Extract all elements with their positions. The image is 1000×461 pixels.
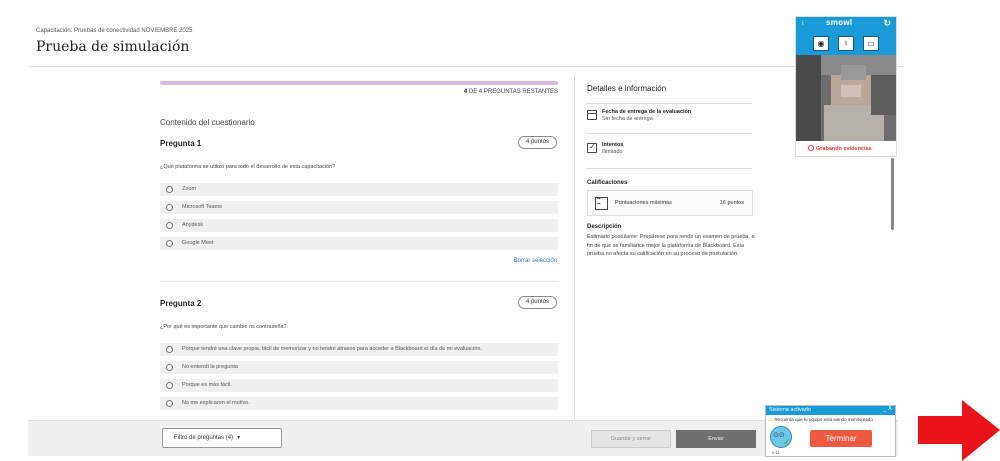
divider (587, 168, 752, 169)
window-controls[interactable]: _ X (883, 406, 892, 412)
option-label: No me explicaron el motivo. (182, 400, 250, 406)
scrollbar-thumb[interactable] (891, 158, 894, 230)
finish-button[interactable]: Terminar (810, 430, 872, 447)
option-label: Anydesk (182, 222, 204, 228)
page: Capacitación: Pruebas de conectividad NO… (0, 0, 1000, 461)
attempts-label: Intentos (602, 142, 624, 148)
smowl-logo: smowl (826, 18, 853, 27)
option-label: Zoom (182, 186, 197, 192)
description-text: Estimado postulante: Prepárese para rend… (587, 234, 755, 257)
answer-option[interactable]: Porque tendré una clave propia, fácil de… (160, 343, 558, 356)
question-divider (160, 281, 558, 282)
details-title: Detalles e información (587, 84, 667, 93)
proctoring-header: ⅰ smowl ↻ (796, 17, 896, 33)
due-date-label: Fecha de entrega de la evaluación (602, 109, 692, 115)
answer-option[interactable]: Google Meet (160, 237, 558, 250)
screen-icon: ▭ (863, 36, 879, 51)
system-title: Sistema activado (769, 407, 811, 413)
max-scores-label: Puntuaciones máximas (615, 200, 672, 206)
calendar-icon (587, 110, 597, 120)
option-label: Microsoft Teams (182, 204, 222, 210)
question-text: ¿Por qué es importante que cambie mi con… (160, 324, 287, 330)
answer-option[interactable]: No me explicaron el motivo. (160, 397, 558, 410)
description-heading: Descripción (587, 224, 622, 230)
attempts-value: Ilimitado (602, 149, 623, 155)
red-arrow-icon (918, 400, 1000, 461)
answer-option[interactable]: Anydesk (160, 219, 558, 232)
answer-option[interactable]: Porque es más fácil. (160, 379, 558, 392)
monitoring-warning: ⚠ Recuerda que tu equipo está siendo mon… (769, 417, 873, 423)
save-and-close-button[interactable]: Guardar y cerrar (591, 430, 671, 448)
page-title: Prueba de simulación (36, 39, 190, 55)
radio-button[interactable] (166, 364, 173, 371)
points-badge: 4 puntos (517, 136, 557, 149)
recording-status: Grabando evidencias (808, 145, 872, 152)
radio-button[interactable] (166, 346, 173, 353)
warning-icon: ⚠ (769, 417, 774, 422)
recording-label: Grabando evidencias (816, 146, 872, 152)
question-filter-button[interactable]: Filtro de preguntas (4) ▼ (162, 428, 282, 448)
column-divider (574, 76, 575, 421)
proctoring-widget: ⅰ smowl ↻ ◉ ♮ ▭ Grabando evidencias (795, 16, 897, 157)
radio-button[interactable] (166, 240, 173, 247)
submit-button[interactable]: Enviar (676, 430, 756, 448)
question-title: Pregunta 2 (160, 299, 202, 308)
radio-button[interactable] (166, 204, 173, 211)
remaining-questions: 4 DE 4 PREGUNTAS RESTANTES (464, 89, 558, 95)
option-label: Porque es más fácil. (182, 382, 232, 388)
max-scores-value: 16 puntos (719, 200, 744, 206)
answer-option[interactable]: Zoom (160, 183, 558, 196)
system-activated-panel: Sistema activado _ X ⚠ Recuerda que tu e… (765, 405, 896, 457)
header-divider (28, 66, 904, 67)
remaining-label: DE 4 PREGUNTAS RESTANTES (468, 89, 558, 95)
device-status-bar: ◉ ♮ ▭ (796, 33, 896, 55)
question-text: ¿Qué plataforma se utilizó para todo el … (160, 164, 336, 170)
max-scores-box: Puntuaciones máximas 16 puntos (587, 190, 753, 216)
clear-selection-link[interactable]: Borrar selección (514, 258, 557, 264)
webcam-icon: ◉ (813, 36, 829, 51)
filter-label: Filtro de preguntas (4) (174, 435, 234, 441)
option-label: Porque tendré una clave propia, fácil de… (182, 346, 482, 352)
chevron-down-icon: ▼ (234, 435, 242, 441)
record-icon (808, 145, 814, 151)
quiz-content: 4 DE 4 PREGUNTAS RESTANTES Contenido del… (160, 70, 560, 420)
system-panel-header: Sistema activado _ X (766, 406, 895, 415)
grades-heading: Calificaciones (587, 180, 628, 186)
elapsed-time: 0:11 (772, 450, 780, 455)
due-date-value: Sin fecha de entrega (602, 116, 653, 122)
refresh-icon[interactable]: ↻ (883, 18, 891, 29)
answer-option[interactable]: No entendí la pregunta (160, 361, 558, 374)
remaining-count: 4 (463, 89, 468, 95)
option-label: Google Meet (182, 240, 214, 246)
microphone-icon: ♮ (838, 36, 854, 51)
progress-bar (160, 81, 558, 85)
progress-fill (160, 81, 558, 85)
grid-icon (595, 197, 608, 210)
quiz-content-heading: Contenido del cuestionario (160, 118, 255, 127)
radio-button[interactable] (166, 186, 173, 193)
option-label: No entendí la pregunta (182, 364, 238, 370)
warning-text: Recuerda que tu equipo está siendo monit… (774, 417, 873, 422)
info-icon[interactable]: ⅰ (802, 20, 804, 27)
radio-button[interactable] (166, 222, 173, 229)
points-badge: 4 puntos (517, 296, 557, 309)
checkbox-icon (587, 142, 597, 153)
check-icon: ✓ (783, 437, 791, 447)
radio-button[interactable] (166, 382, 173, 389)
divider (587, 103, 752, 104)
webcam-feed (796, 55, 896, 141)
radio-button[interactable] (166, 400, 173, 407)
breadcrumb[interactable]: Capacitación: Pruebas de conectividad NO… (36, 28, 192, 34)
answer-option[interactable]: Microsoft Teams (160, 201, 558, 214)
question-title: Pregunta 1 (160, 139, 202, 148)
divider (587, 133, 752, 134)
